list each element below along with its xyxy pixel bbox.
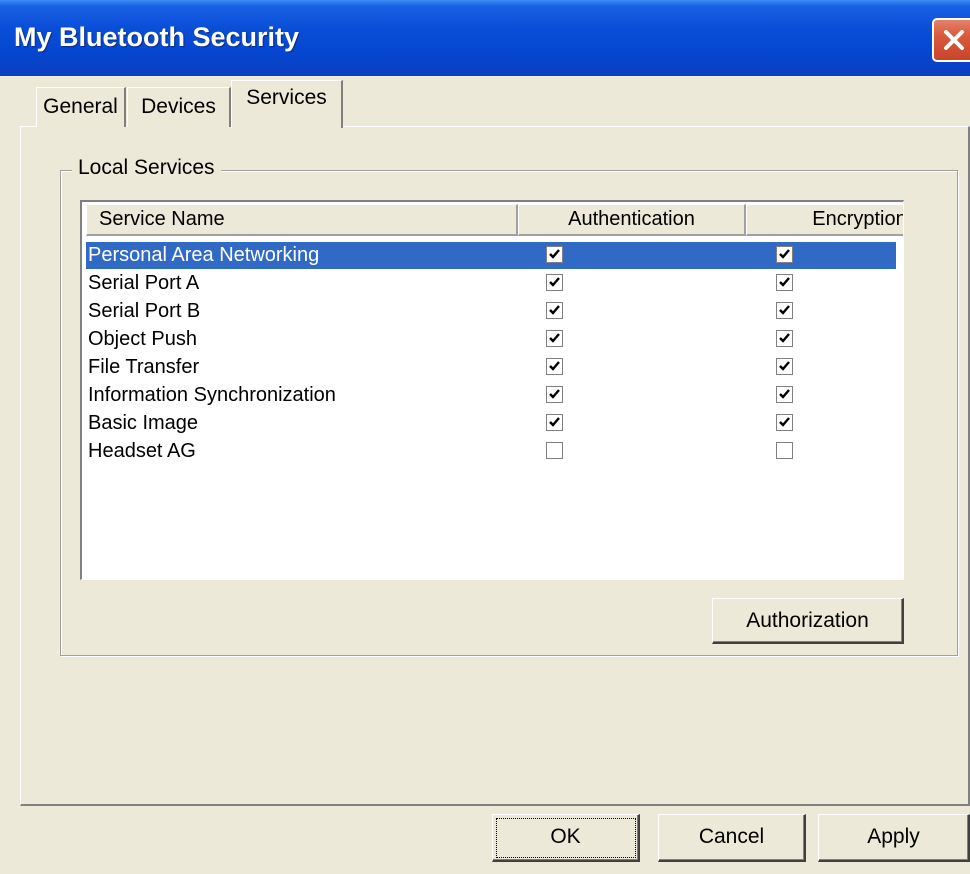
authentication-checkbox[interactable] [546,274,563,291]
table-row[interactable]: Personal Area Networking [86,242,896,269]
authentication-checkbox[interactable] [546,358,563,375]
checkmark-icon [779,417,790,427]
column-header-service-name[interactable]: Service Name [86,204,518,236]
encryption-checkbox[interactable] [776,246,793,263]
ok-button[interactable]: OK [492,814,640,862]
checkmark-icon [779,389,790,399]
table-row[interactable]: Serial Port B [86,298,896,325]
cancel-button[interactable]: Cancel [658,814,806,862]
encryption-checkbox[interactable] [776,302,793,319]
window-title: My Bluetooth Security [14,22,300,52]
service-name: Serial Port A [88,272,200,294]
tab-general[interactable]: General [36,87,126,127]
dialog-window: My Bluetooth Security General Devices Se… [0,0,970,874]
apply-button[interactable]: Apply [818,814,970,862]
service-name: Basic Image [88,412,199,434]
service-name: Object Push [88,328,197,350]
checkmark-icon [779,361,790,371]
group-label: Local Services [72,156,221,180]
authentication-checkbox[interactable] [546,386,563,403]
encryption-checkbox[interactable] [776,330,793,347]
encryption-checkbox[interactable] [776,274,793,291]
table-row[interactable]: Object Push [86,326,896,353]
authentication-checkbox[interactable] [546,246,563,263]
authentication-checkbox[interactable] [546,330,563,347]
authentication-checkbox[interactable] [546,442,563,459]
table-row[interactable]: Headset AG [86,438,896,465]
encryption-checkbox[interactable] [776,442,793,459]
checkmark-icon [779,305,790,315]
tab-services[interactable]: Services [231,80,343,128]
authentication-checkbox[interactable] [546,414,563,431]
checkmark-icon [549,305,560,315]
checkmark-icon [549,249,560,259]
table-row[interactable]: Serial Port A [86,270,896,297]
checkmark-icon [549,361,560,371]
close-button[interactable] [932,18,970,62]
title-bar[interactable]: My Bluetooth Security [0,0,970,76]
service-name: Serial Port B [88,300,201,322]
checkmark-icon [549,417,560,427]
services-list[interactable]: Service Name Authentication Encryption P… [80,200,904,580]
table-row[interactable]: Basic Image [86,410,896,437]
service-name: Information Synchronization [88,384,336,406]
column-header-encryption[interactable]: Encryption [746,204,903,236]
checkmark-icon [549,333,560,343]
service-name: File Transfer [88,356,200,378]
tab-devices[interactable]: Devices [127,87,231,127]
service-name: Headset AG [88,440,196,462]
authentication-checkbox[interactable] [546,302,563,319]
table-row[interactable]: File Transfer [86,354,896,381]
encryption-checkbox[interactable] [776,358,793,375]
service-name: Personal Area Networking [88,244,320,266]
close-icon [944,30,964,50]
encryption-checkbox[interactable] [776,386,793,403]
checkmark-icon [779,277,790,287]
authorization-button[interactable]: Authorization [712,598,904,644]
checkmark-icon [549,389,560,399]
checkmark-icon [779,333,790,343]
table-row[interactable]: Information Synchronization [86,382,896,409]
column-header-authentication[interactable]: Authentication [518,204,746,236]
checkmark-icon [779,249,790,259]
encryption-checkbox[interactable] [776,414,793,431]
checkmark-icon [549,277,560,287]
